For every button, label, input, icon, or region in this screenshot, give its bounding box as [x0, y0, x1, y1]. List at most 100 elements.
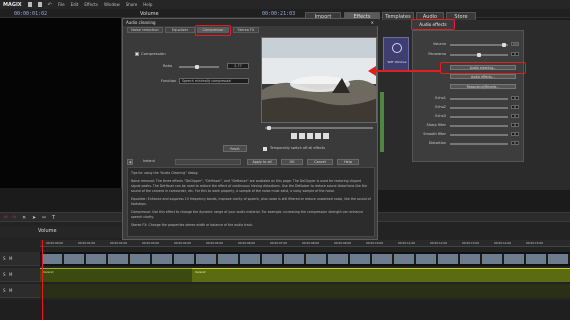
audio-track-empty[interactable]: [40, 284, 570, 298]
solo-toggle[interactable]: S: [3, 256, 6, 261]
play-icon[interactable]: [307, 133, 313, 139]
undo-icon[interactable]: ↶: [4, 215, 8, 221]
solo-toggle[interactable]: S: [3, 272, 6, 277]
object-name: Ireland: [143, 159, 155, 163]
volume-label: Volume: [432, 42, 446, 46]
panorama-value[interactable]: 0: [511, 52, 519, 56]
ruler-tick: 00:00:09:00: [334, 241, 352, 245]
ruler-tick: 00:00:14:00: [494, 241, 512, 245]
track-header-1: S M: [0, 252, 40, 266]
audio-clip[interactable]: Ireland: [192, 268, 570, 282]
echo1-slider[interactable]: [450, 98, 508, 100]
temp-switch-label: Temporarily switch off all effects: [270, 146, 325, 150]
app-logo: MAGIX: [3, 1, 22, 8]
mute-toggle[interactable]: M: [9, 272, 12, 277]
volume-slider[interactable]: [450, 44, 508, 46]
tips-panel: Tips for using the "Audio Cleaning" dial…: [127, 167, 375, 237]
tab-noise-reduction[interactable]: Noise reduction: [127, 27, 163, 33]
ruler-tick: 00:00:03:00: [142, 241, 160, 245]
help-button[interactable]: Help: [337, 159, 359, 165]
echo2-slider[interactable]: [450, 107, 508, 109]
preview-position-knob[interactable]: [267, 126, 271, 130]
tab-equalizer[interactable]: Equalizer: [165, 27, 195, 33]
panorama-slider-knob[interactable]: [477, 53, 481, 57]
pointer-icon[interactable]: ➤: [32, 215, 36, 221]
smooth-filter-value[interactable]: 0: [511, 132, 519, 136]
ratio-label: Ratio: [163, 64, 173, 68]
stop-icon[interactable]: [299, 133, 305, 139]
menu-effects[interactable]: Effects: [84, 2, 98, 7]
distortion-label: Distortion: [428, 141, 446, 145]
distortion-value[interactable]: 0: [511, 141, 519, 145]
menu-window[interactable]: Window: [104, 2, 120, 7]
echo1-label: Echo1: [435, 96, 446, 100]
ratio-value[interactable]: 2.77: [227, 63, 249, 69]
preview-position-slider[interactable]: [265, 127, 373, 129]
audio-cleaning-button[interactable]: Audio cleaning...: [450, 65, 516, 70]
echo2-value[interactable]: 0: [511, 105, 519, 109]
timeline-ruler[interactable]: 00:00:00:00 00:00:01:00 00:00:02:00 00:0…: [40, 240, 570, 247]
function-select[interactable]: Speech minimally compressed: [179, 78, 249, 84]
audio-clip[interactable]: Ireland: [40, 268, 192, 282]
playhead-line[interactable]: [42, 240, 43, 320]
volume-slider-knob[interactable]: [502, 43, 506, 47]
menu-edit[interactable]: Edit: [71, 2, 79, 7]
ruler-tick: 00:00:02:00: [110, 241, 128, 245]
loop-icon[interactable]: [323, 133, 329, 139]
delete-icon[interactable]: ✕: [22, 215, 26, 221]
ok-button[interactable]: OK: [281, 159, 303, 165]
sharp-filter-value[interactable]: 0: [511, 123, 519, 127]
ratio-slider-knob[interactable]: [195, 65, 199, 69]
ruler-tick: 00:00:13:00: [462, 241, 480, 245]
sharp-filter-slider[interactable]: [450, 125, 508, 127]
audio-cleaning-dialog: Audio cleaning ✕ Noise reduction Equaliz…: [122, 18, 409, 240]
smooth-filter-label: Smooth filter: [423, 132, 446, 136]
menu-help[interactable]: Help: [143, 2, 152, 7]
audio-effects-button[interactable]: Audio effects...: [450, 74, 516, 79]
ruler-tick: 00:00:00:00: [46, 241, 64, 245]
apply-to-all-button[interactable]: Apply to all: [247, 159, 277, 165]
video-clip-strip[interactable]: [40, 252, 570, 266]
ratio-slider[interactable]: [179, 66, 219, 68]
tips-paragraph: Stereo FX: Change the properties stereo …: [131, 223, 254, 227]
ruler-tick: 00:00:10:00: [366, 241, 384, 245]
menu-share[interactable]: Share: [126, 2, 138, 7]
sharp-filter-label: Sharp filter: [426, 123, 447, 127]
menu-file[interactable]: File: [58, 2, 65, 7]
text-icon[interactable]: T: [52, 215, 55, 221]
solo-toggle[interactable]: S: [3, 288, 6, 293]
rewind-icon[interactable]: [291, 133, 297, 139]
tips-paragraph: Compressor: Use this effect to change th…: [131, 210, 364, 219]
reset-button[interactable]: Reset: [223, 145, 247, 152]
smooth-filter-slider[interactable]: [450, 134, 508, 136]
cut-icon[interactable]: ✂: [42, 215, 46, 221]
redo-icon[interactable]: ↷: [12, 215, 16, 221]
mute-toggle[interactable]: M: [9, 288, 12, 293]
new-file-icon[interactable]: [27, 2, 32, 7]
volume-dropdown[interactable]: Volume: [140, 11, 159, 17]
track-header-2: S M: [0, 268, 40, 282]
save-icon[interactable]: [37, 2, 42, 7]
effects-list-handle[interactable]: [380, 92, 384, 152]
mute-toggle[interactable]: M: [9, 256, 12, 261]
resonance-button[interactable]: Resonance/Reverb...: [450, 84, 516, 89]
cancel-button[interactable]: Cancel: [307, 159, 333, 165]
temp-switch-checkbox[interactable]: [263, 147, 267, 151]
compression-checkbox[interactable]: [135, 52, 139, 56]
volume-track-label: Volume: [38, 228, 57, 234]
undo-icon[interactable]: ↶: [48, 2, 52, 8]
volume-value[interactable]: 100: [511, 42, 519, 46]
echo1-value[interactable]: 0: [511, 96, 519, 100]
ruler-tick: 00:00:05:00: [206, 241, 224, 245]
ruler-tick: 00:00:07:00: [270, 241, 288, 245]
ruler-tick: 00:00:08:00: [302, 241, 320, 245]
tab-stereo-fx[interactable]: Stereo FX: [233, 27, 259, 33]
forward-icon[interactable]: [315, 133, 321, 139]
close-icon[interactable]: ✕: [371, 20, 374, 25]
prev-object-icon[interactable]: ◀: [127, 159, 133, 165]
object-select-bar[interactable]: [175, 159, 241, 165]
tab-audio-effects[interactable]: Audio effects: [411, 19, 455, 30]
echo3-slider[interactable]: [450, 116, 508, 118]
echo3-value[interactable]: 0: [511, 114, 519, 118]
distortion-slider[interactable]: [450, 143, 508, 145]
